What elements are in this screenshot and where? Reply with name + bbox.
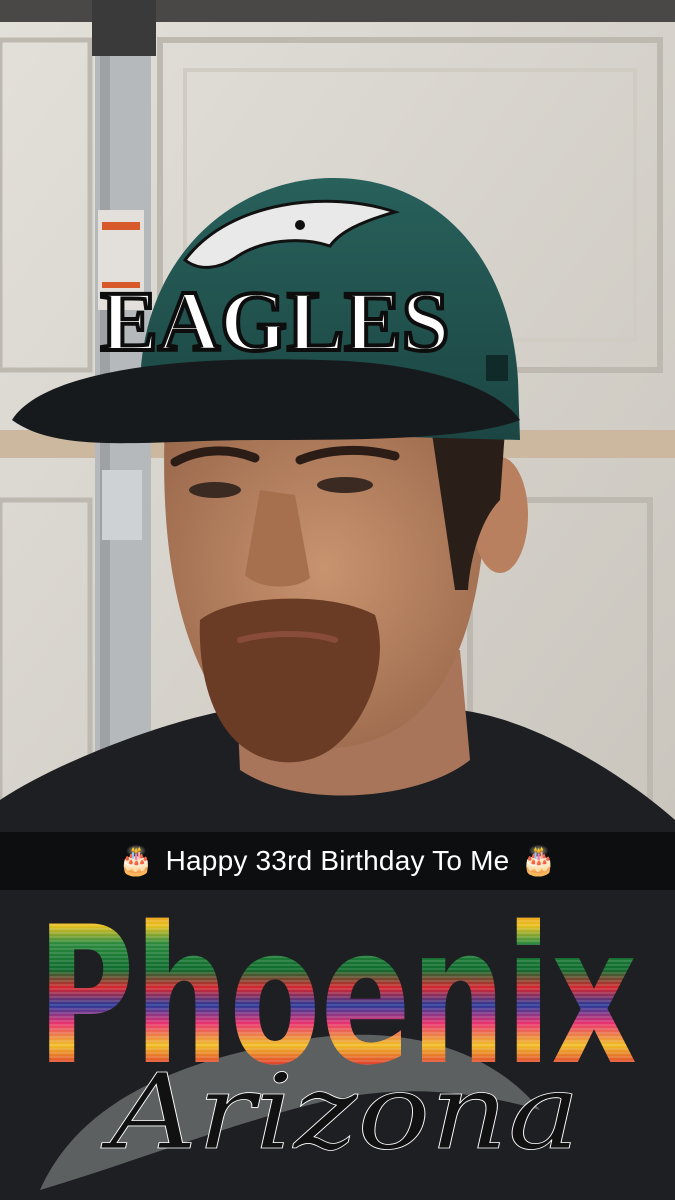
caption-text: Happy 33rd Birthday To Me (165, 845, 510, 876)
birthday-cake-icon: 🎂 (118, 844, 154, 877)
eye-left (189, 482, 241, 498)
birthday-cake-icon: 🎂 (521, 844, 557, 877)
cap-logo-text: EAGLES (101, 273, 450, 369)
eye-right (317, 477, 373, 493)
caption-bar: 🎂 Happy 33rd Birthday To Me 🎂 (0, 832, 675, 890)
selfie-photo: EAGLES (0, 0, 675, 1200)
